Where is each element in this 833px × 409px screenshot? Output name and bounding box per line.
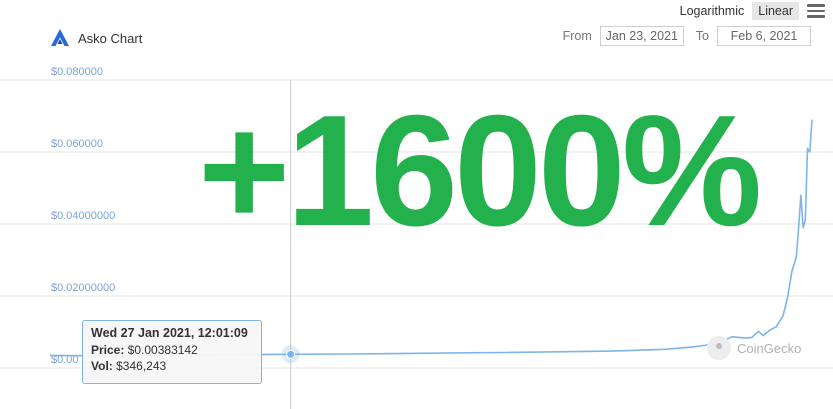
y-tick-label-1: $0.02000000 — [51, 282, 115, 294]
price-tooltip: Wed 27 Jan 2021, 12:01:09 Price: $0.0038… — [82, 320, 262, 384]
coingecko-logo-icon — [707, 336, 731, 360]
coingecko-credit[interactable]: CoinGecko — [707, 336, 801, 360]
y-tick-label-3: $0.060000 — [51, 138, 103, 150]
hover-dot — [286, 349, 296, 359]
hover-point-marker — [281, 345, 300, 364]
tooltip-vol-row: Vol: $346,243 — [91, 358, 261, 375]
tooltip-price-row: Price: $0.00383142 — [91, 342, 261, 359]
y-tick-label-4: $0.080000 — [51, 66, 103, 78]
y-tick-label-2: $0.04000000 — [51, 210, 115, 222]
tooltip-vol-value: $346,243 — [116, 359, 167, 373]
credit-text: CoinGecko — [737, 340, 802, 356]
tooltip-price-label: Price: — [91, 342, 125, 357]
tooltip-vol-label: Vol: — [91, 359, 113, 373]
gain-headline: +1600% — [198, 83, 762, 259]
tooltip-date: Wed 27 Jan 2021, 12:01:09 — [91, 326, 248, 340]
tooltip-price-value: $0.00383142 — [127, 342, 198, 357]
